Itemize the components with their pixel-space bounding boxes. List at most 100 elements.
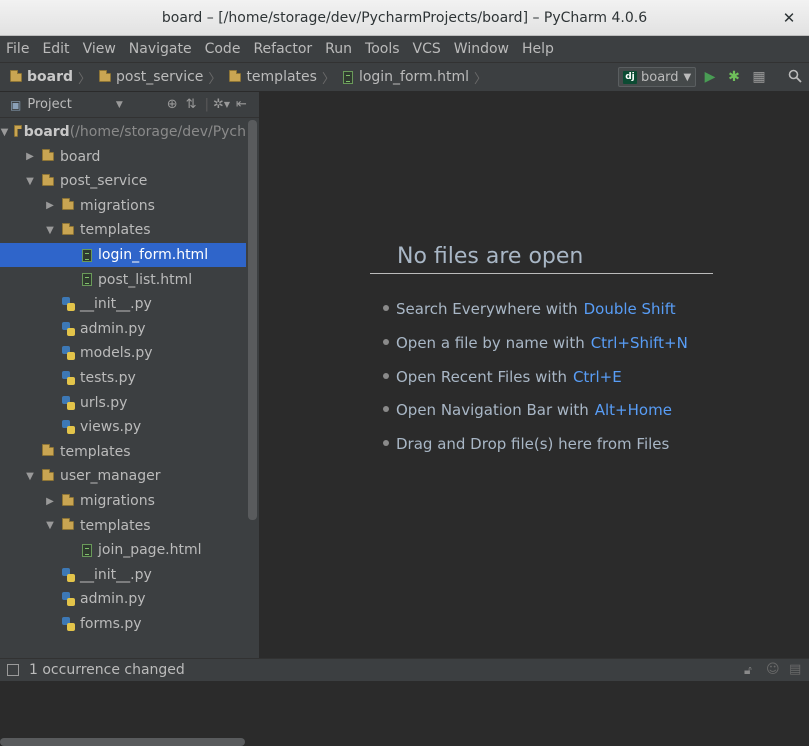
tree-horizontal-scrollbar[interactable] — [0, 738, 245, 746]
empty-editor-title: No files are open — [397, 244, 584, 269]
expand-arrow-right-icon[interactable]: ▶ — [44, 496, 56, 507]
hint-item: Open Navigation Bar with Alt+Home — [383, 401, 672, 419]
lock-icon[interactable]: 🔓︎ — [744, 663, 752, 678]
coverage-icon[interactable]: ▦ — [751, 69, 767, 85]
gear-icon[interactable]: ✲ — [213, 97, 224, 112]
tree-item[interactable]: ▶ migrations — [0, 489, 246, 513]
menu-run[interactable]: Run — [325, 41, 352, 57]
expand-arrow-down-icon[interactable]: ▼ — [1, 127, 9, 138]
menu-code[interactable]: Code — [205, 41, 241, 57]
tree-item-label: post_list.html — [98, 271, 193, 288]
menu-bar: File Edit View Navigate Code Refactor Ru… — [0, 36, 809, 62]
breadcrumb-login-form[interactable]: login_form.html 〉 — [342, 68, 491, 87]
hint-item: Open a file by name with Ctrl+Shift+N — [383, 334, 688, 352]
tree-item[interactable]: login_form.html — [0, 243, 246, 267]
expand-arrow-right-icon[interactable]: ▶ — [24, 151, 36, 162]
search-icon[interactable] — [787, 69, 803, 85]
menu-help[interactable]: Help — [522, 41, 554, 57]
run-icon[interactable]: ▶ — [702, 69, 718, 85]
editor-area: No files are open Search Everywhere with… — [259, 92, 809, 658]
breadcrumb-label: templates — [246, 69, 317, 85]
chevron-down-icon[interactable]: ▼ — [116, 100, 123, 110]
tree-item[interactable]: views.py — [0, 415, 246, 439]
python-file-icon — [62, 617, 75, 631]
expand-arrow-down-icon[interactable]: ▼ — [44, 520, 56, 531]
status-bar: 1 occurrence changed 🔓︎ ☺︎ ▤ — [0, 658, 809, 681]
hide-panel-icon[interactable]: ⇤ — [236, 97, 247, 112]
inspector-icon[interactable]: ☺︎ — [766, 662, 780, 677]
tree-item-label: forms.py — [80, 616, 142, 632]
breadcrumb-label: post_service — [116, 69, 204, 85]
html-file-icon — [82, 248, 92, 262]
tool-windows-icon[interactable] — [7, 664, 19, 676]
tree-item[interactable]: templates — [0, 440, 246, 464]
hint-text: Search Everywhere with — [396, 300, 578, 318]
hint-shortcut: Alt+Home — [594, 401, 672, 419]
expand-arrow-right-icon[interactable]: ▶ — [44, 200, 56, 211]
tree-item-label: join_page.html — [98, 542, 202, 559]
project-view-icon: ▣ — [10, 97, 22, 112]
hint-item: Open Recent Files with Ctrl+E — [383, 368, 622, 386]
navigation-bar: board 〉 post_service 〉 templates 〉 login… — [0, 62, 809, 92]
chevron-right-icon: 〉 — [78, 71, 92, 87]
tree-item[interactable]: forms.py — [0, 612, 246, 636]
menu-window[interactable]: Window — [454, 41, 509, 57]
expand-arrow-down-icon[interactable]: ▼ — [44, 225, 56, 236]
status-message: 1 occurrence changed — [29, 662, 185, 678]
bullet — [383, 439, 389, 446]
tree-item[interactable]: urls.py — [0, 391, 246, 415]
run-configuration-select[interactable]: dj board ▼ — [618, 67, 696, 87]
menu-navigate[interactable]: Navigate — [129, 41, 192, 57]
collapse-all-icon[interactable]: ⇅ — [186, 97, 197, 112]
tree-item-label: urls.py — [80, 394, 128, 411]
tree-item[interactable]: ▶ migrations — [0, 194, 246, 218]
tree-item[interactable]: ▶ board — [0, 145, 246, 169]
tree-item-label: models.py — [80, 345, 153, 362]
project-view-select[interactable]: Project — [27, 97, 71, 112]
tree-item[interactable]: ▼ templates — [0, 218, 246, 242]
hint-text: Open a file by name with — [396, 334, 585, 352]
folder-icon — [42, 444, 54, 457]
menu-refactor[interactable]: Refactor — [253, 41, 312, 57]
tree-item[interactable]: models.py — [0, 341, 246, 365]
close-icon[interactable]: ✕ — [781, 10, 797, 26]
breadcrumb-templates[interactable]: templates 〉 — [229, 68, 339, 87]
breadcrumb-board[interactable]: board 〉 — [10, 68, 95, 87]
tree-item[interactable]: admin.py — [0, 587, 246, 611]
tree-vertical-scrollbar[interactable] — [248, 120, 257, 520]
project-tree: ▼ board (/home/storage/dev/Pych ▶ board ▼ pos… — [0, 120, 246, 658]
tree-item[interactable]: ▼ board (/home/storage/dev/Pych — [0, 120, 246, 144]
tree-item[interactable]: __init__.py — [0, 292, 246, 316]
event-log-icon[interactable]: ▤ — [789, 662, 801, 677]
menu-view[interactable]: View — [83, 41, 116, 57]
python-file-icon — [62, 346, 75, 361]
debug-icon[interactable]: ✱ — [726, 69, 742, 85]
folder-icon — [42, 468, 54, 481]
breadcrumb-label: board — [27, 69, 74, 85]
tree-item[interactable]: ▼ templates — [0, 514, 246, 538]
bullet — [383, 405, 389, 412]
tree-item[interactable]: admin.py — [0, 317, 246, 341]
chevron-down-icon: ▼ — [683, 71, 692, 83]
menu-vcs[interactable]: VCS — [413, 41, 441, 57]
chevron-down-icon[interactable]: ▼ — [224, 100, 230, 109]
tree-item[interactable]: join_page.html — [0, 538, 246, 562]
menu-tools[interactable]: Tools — [365, 41, 400, 57]
tree-item[interactable]: __init__.py — [0, 563, 246, 587]
tree-item[interactable]: tests.py — [0, 366, 246, 390]
tree-item[interactable]: ▼ post_service — [0, 169, 246, 193]
tree-item[interactable]: ▼ user_manager — [0, 464, 246, 488]
tree-item[interactable]: post_list.html — [0, 268, 246, 292]
divider: | — [204, 97, 209, 112]
tree-item-label: migrations — [80, 493, 155, 509]
breadcrumb-post-service[interactable]: post_service 〉 — [99, 68, 225, 87]
expand-arrow-down-icon[interactable]: ▼ — [24, 471, 36, 482]
menu-file[interactable]: File — [6, 41, 29, 57]
chevron-right-icon: 〉 — [208, 71, 222, 87]
expand-arrow-down-icon[interactable]: ▼ — [24, 176, 36, 187]
scroll-from-source-icon[interactable]: ⊕ — [167, 97, 178, 112]
tree-item-label: templates — [60, 443, 131, 460]
divider — [370, 273, 713, 274]
tree-item-label: board — [60, 148, 101, 165]
menu-edit[interactable]: Edit — [42, 41, 69, 57]
